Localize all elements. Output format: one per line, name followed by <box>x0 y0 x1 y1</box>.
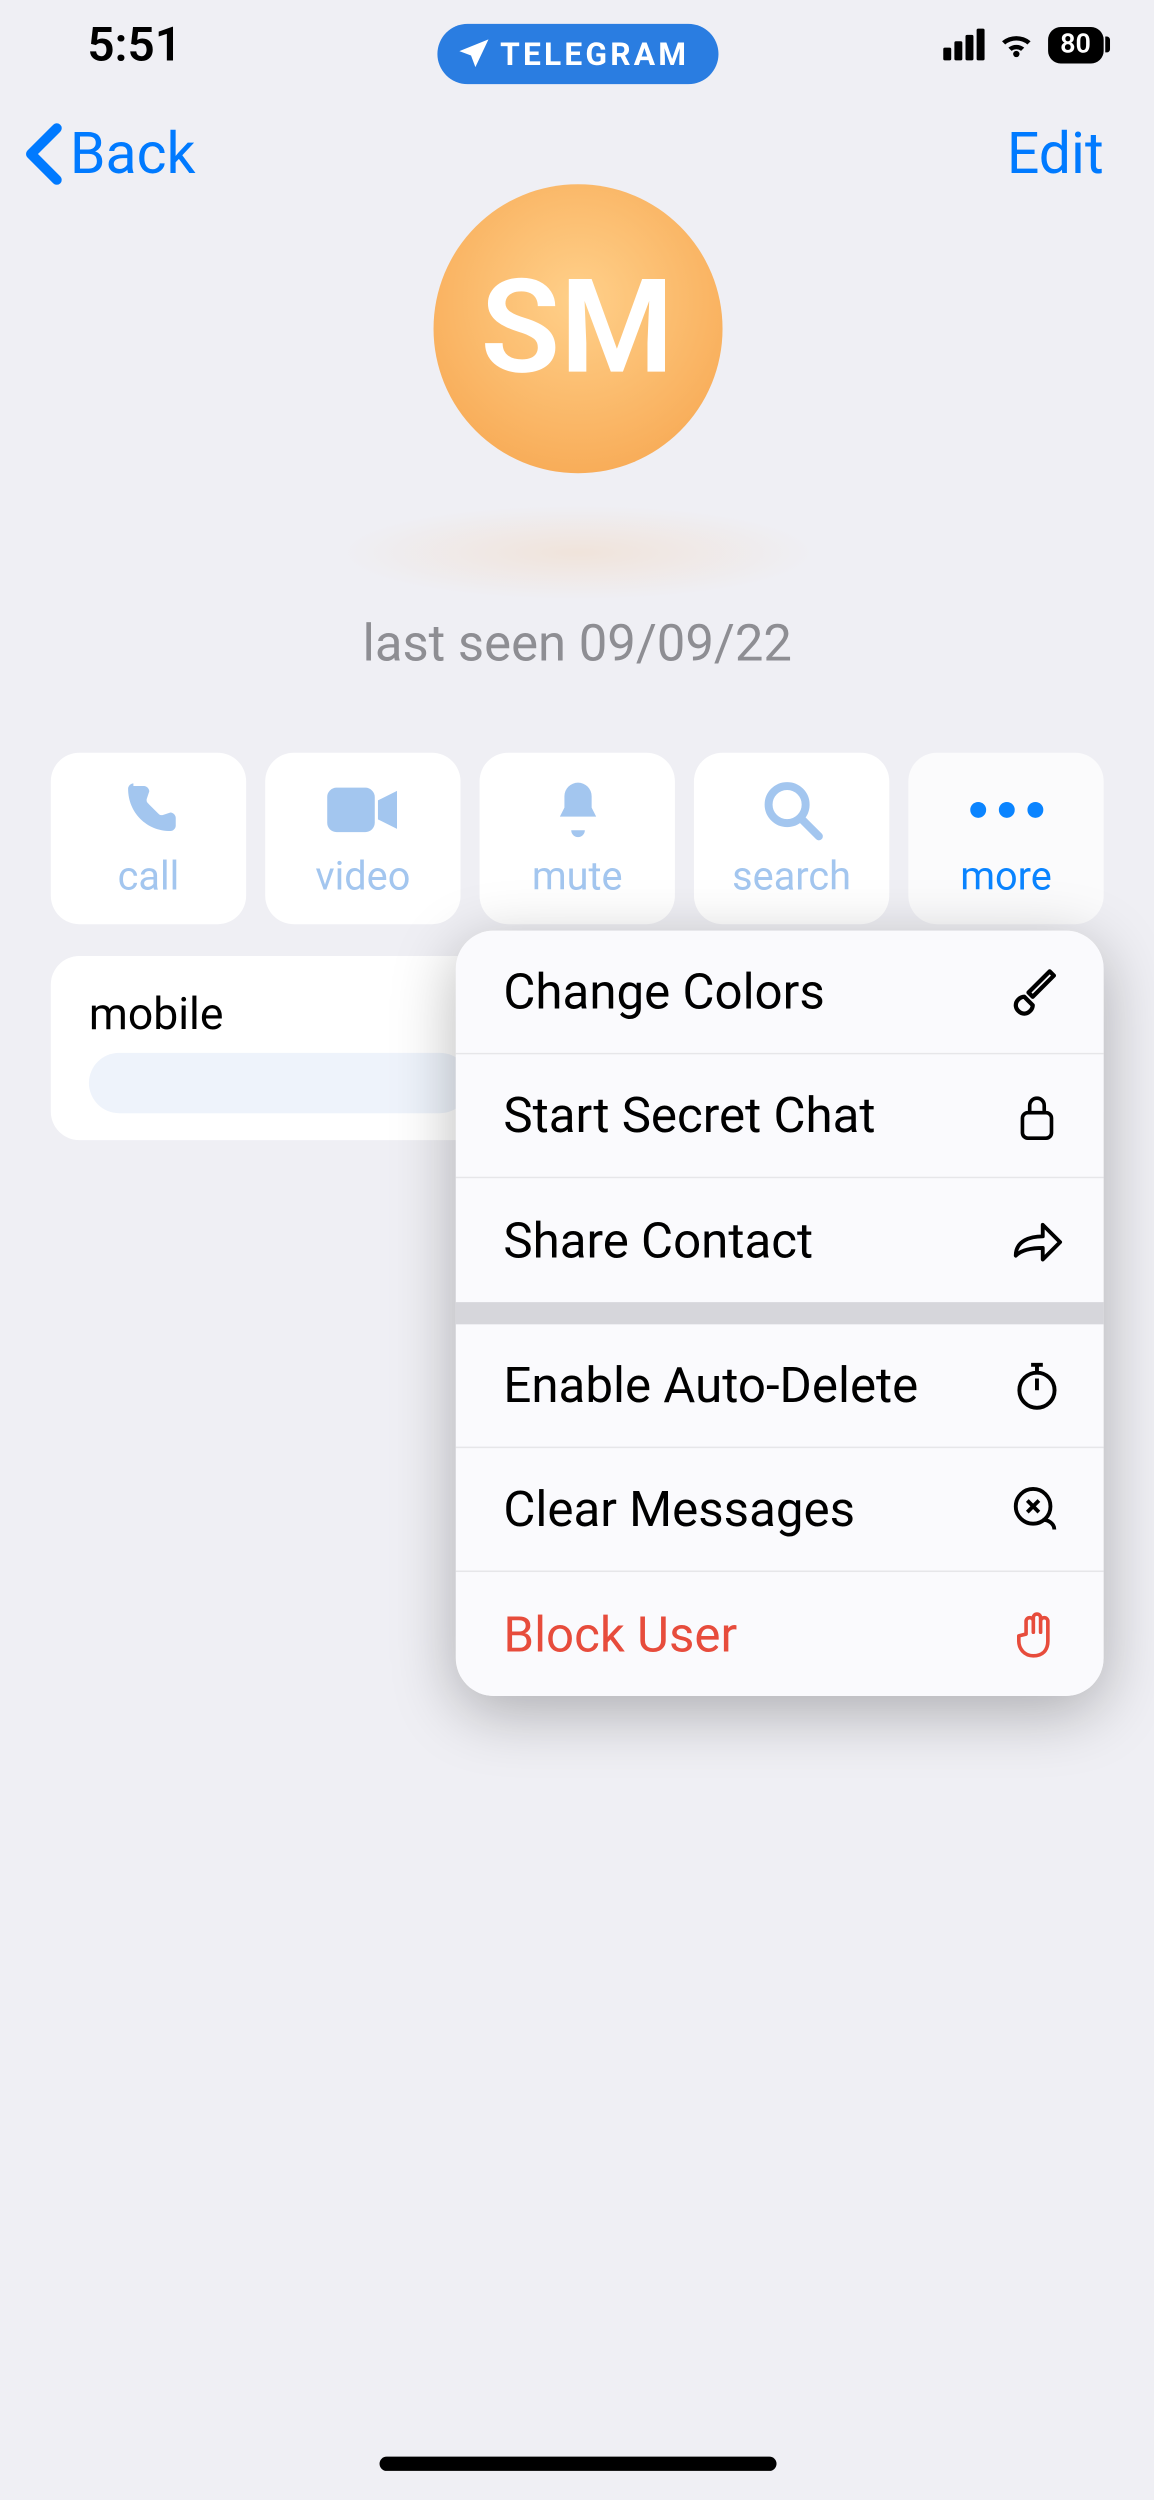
avatar-initials: SM <box>481 252 674 404</box>
timer-icon <box>1008 1360 1065 1411</box>
avatar[interactable]: SM <box>433 184 722 473</box>
nav-bar: Back Edit <box>0 89 1154 200</box>
back-label: Back <box>70 121 196 188</box>
search-label: search <box>732 854 851 900</box>
call-label: call <box>118 854 180 900</box>
clear-chat-icon <box>1008 1484 1065 1535</box>
chevron-left-icon <box>19 122 67 186</box>
video-label: video <box>315 854 410 900</box>
bell-icon <box>549 777 606 841</box>
status-bar: 5:51 TELEGRAM 80 <box>0 0 1154 89</box>
edit-button[interactable]: Edit <box>1007 121 1104 188</box>
menu-change-colors[interactable]: Change Colors <box>456 931 1104 1055</box>
menu-block-user[interactable]: Block User <box>456 1572 1104 1696</box>
menu-share-contact[interactable]: Share Contact <box>456 1178 1104 1302</box>
status-right: 80 <box>943 26 1104 63</box>
search-button[interactable]: search <box>694 753 889 925</box>
send-icon <box>456 37 491 72</box>
call-icon <box>117 777 181 841</box>
mute-button[interactable]: mute <box>480 753 675 925</box>
more-button[interactable]: more <box>908 753 1103 925</box>
back-button[interactable]: Back <box>19 121 195 188</box>
app-pill-label: TELEGRAM <box>500 35 689 73</box>
hand-icon <box>1008 1609 1065 1660</box>
menu-label: Change Colors <box>503 962 824 1021</box>
menu-label: Start Secret Chat <box>503 1086 875 1145</box>
status-time: 5:51 <box>87 17 182 73</box>
menu-label: Block User <box>503 1605 737 1664</box>
video-icon <box>326 777 399 841</box>
lock-icon <box>1008 1090 1065 1141</box>
call-button[interactable]: call <box>51 753 246 925</box>
signal-icon <box>943 29 984 61</box>
battery-indicator: 80 <box>1047 26 1103 63</box>
more-icon <box>969 777 1042 841</box>
more-label: more <box>960 854 1052 900</box>
profile-header: SM last seen 09/09/22 <box>0 184 1154 673</box>
menu-clear-messages[interactable]: Clear Messages <box>456 1448 1104 1572</box>
menu-label: Share Contact <box>503 1211 813 1270</box>
app-pill[interactable]: TELEGRAM <box>437 24 718 84</box>
video-button[interactable]: video <box>265 753 460 925</box>
menu-separator <box>456 1302 1104 1324</box>
magnifier-icon <box>760 777 824 841</box>
mute-label: mute <box>532 854 623 900</box>
mobile-number-redacted <box>89 1053 470 1113</box>
share-arrow-icon <box>1008 1216 1065 1264</box>
menu-start-secret-chat[interactable]: Start Secret Chat <box>456 1054 1104 1178</box>
home-indicator[interactable] <box>379 2457 776 2471</box>
wifi-icon <box>997 29 1035 61</box>
contact-name-redacted <box>339 505 815 600</box>
action-row: call video mute search more <box>0 753 1154 925</box>
last-seen: last seen 09/09/22 <box>362 613 792 673</box>
brush-icon <box>1008 966 1065 1017</box>
menu-enable-auto-delete[interactable]: Enable Auto-Delete <box>456 1324 1104 1448</box>
menu-label: Clear Messages <box>503 1480 855 1539</box>
more-popover: Change Colors Start Secret Chat Share Co… <box>456 931 1104 1696</box>
menu-label: Enable Auto-Delete <box>503 1356 918 1415</box>
